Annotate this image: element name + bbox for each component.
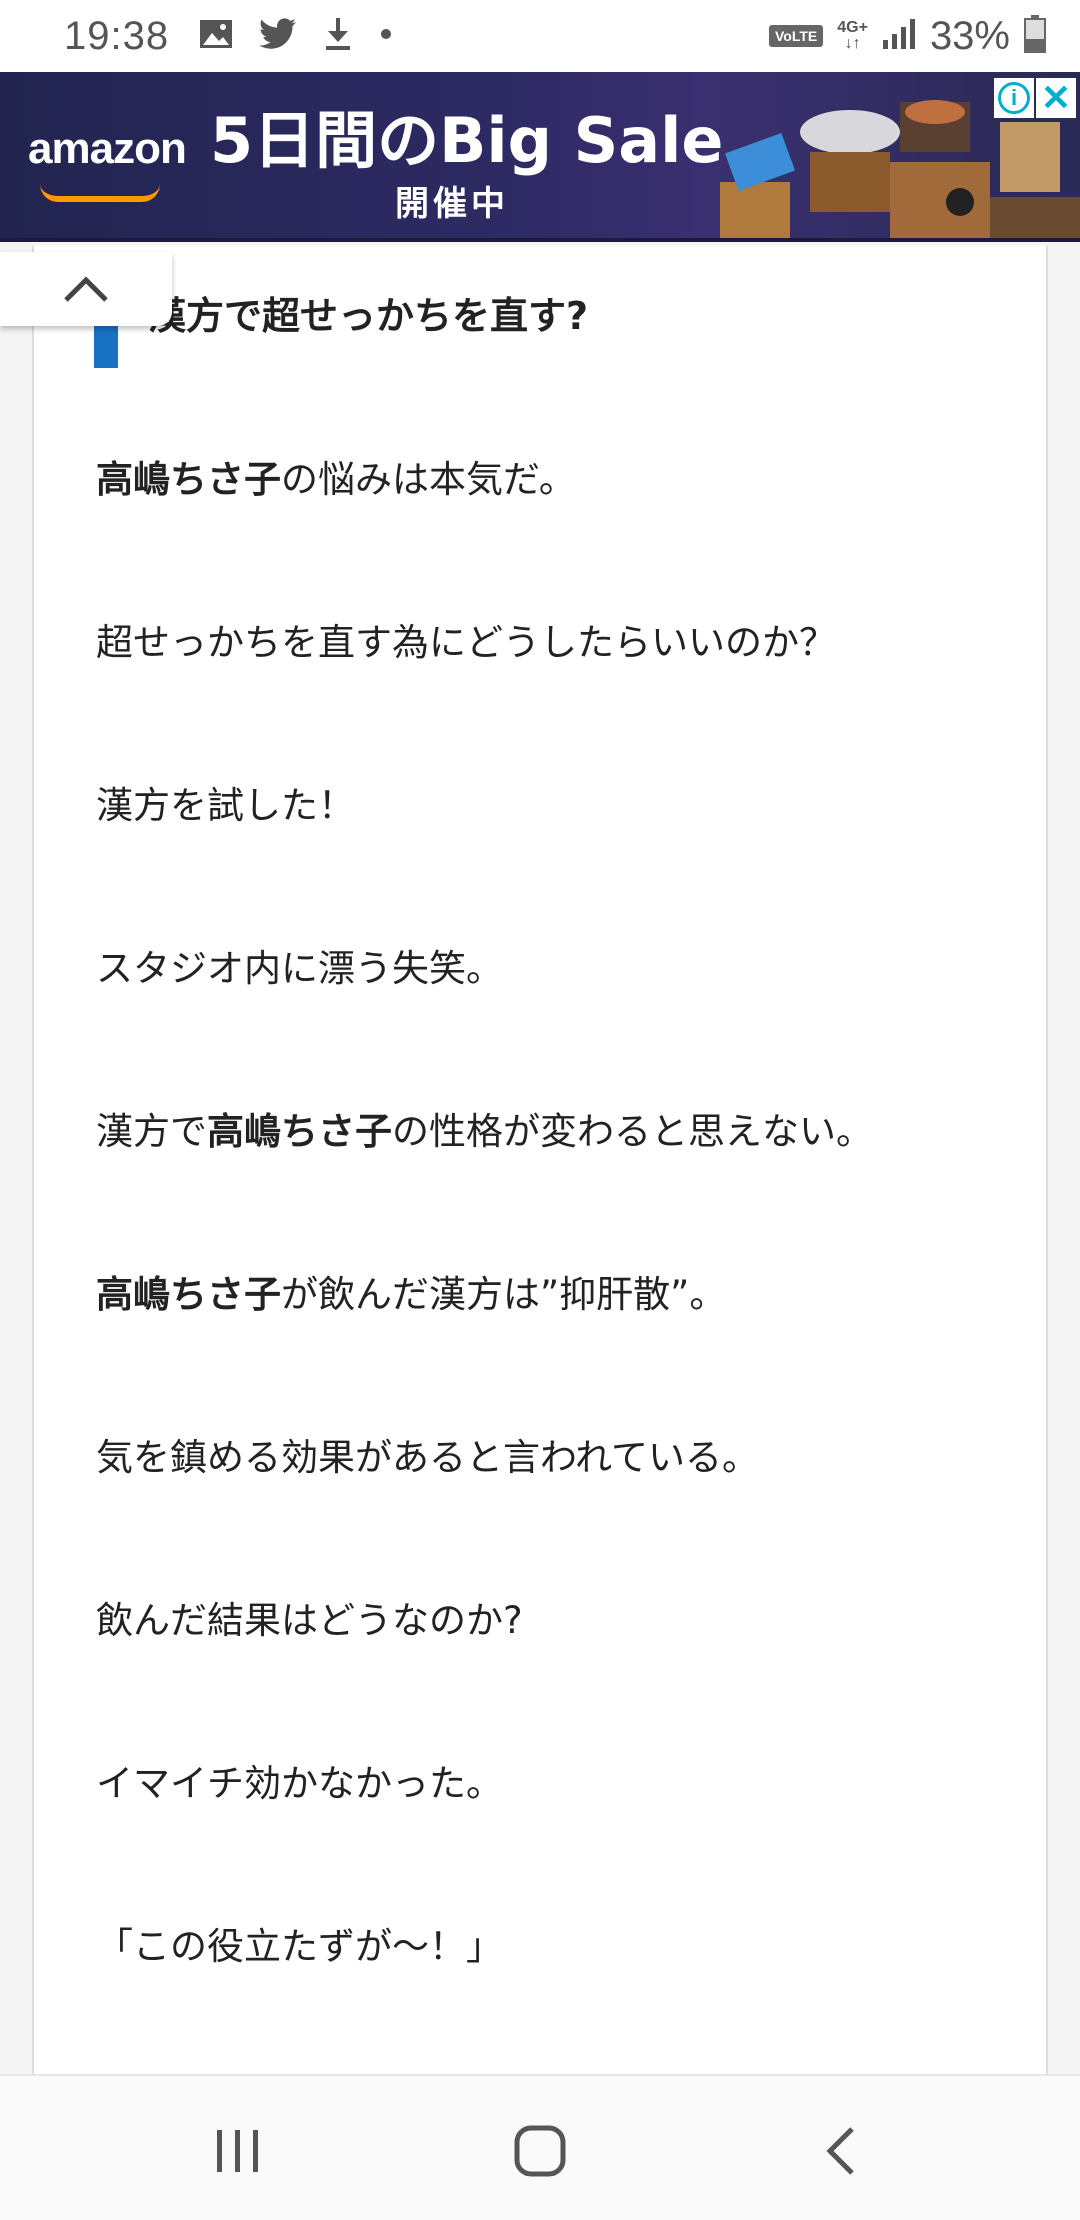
paragraph: 飲んだ結果はどうなのか? [96,1597,523,1645]
network-label: 4G+ [837,19,868,36]
collapse-ad-button[interactable] [0,252,172,326]
paragraph-bold: 高嶋ちさ子 [207,1110,392,1153]
paragraph-text: の性格が変わると思えない。 [392,1110,873,1153]
page-content: 漢方で超せっかちを直す? 高嶋ちさ子の悩みは本気だ。 超せっかちを直す為にどうし… [0,246,1080,2074]
close-icon: ✕ [1040,77,1072,118]
chevron-up-icon [64,276,108,302]
status-bar: 19:38 VoLTE 4G+ ↓↑ 33% [0,0,1080,72]
paragraph-text: の悩みは本気だ。 [281,458,576,501]
home-button[interactable] [500,2116,580,2186]
ad-headline: 5日間のBig Sale [210,104,724,177]
paragraph-text: 漢方を試した！ [96,784,355,827]
recent-apps-icon [217,2130,258,2172]
status-time: 19:38 [64,13,170,58]
article: 漢方で超せっかちを直す? 高嶋ちさ子の悩みは本気だ。 超せっかちを直す為にどうし… [32,246,1048,2074]
home-icon [514,2125,566,2177]
paragraph-bold: 高嶋ちさ子 [96,1273,281,1316]
paragraph: 高嶋ちさ子の悩みは本気だ。 [96,456,576,504]
ad-info-button[interactable]: i [994,78,1034,118]
paragraph-text: 超せっかちを直す為にどうしたらいいのか？ [96,621,836,664]
image-icon [199,19,233,54]
paragraph-text: が飲んだ漢方は”抑肝散”。 [281,1273,727,1316]
paragraph: 「この役立たずが〜！」 [96,1923,503,1971]
heading-text: 漢方で超せっかちを直す? [148,294,589,338]
navigation-bar [0,2074,1080,2220]
back-icon [826,2127,854,2175]
paragraph: イマイチ効かなかった。 [96,1760,503,1808]
paragraph-text: 「この役立たずが〜！」 [96,1925,503,1968]
paragraph-bold: 高嶋ちさ子 [96,458,281,501]
paragraph: 漢方を試した！ [96,782,355,830]
amazon-smile-icon [40,184,160,202]
recent-apps-button[interactable] [198,2116,278,2186]
battery-percent: 33% [929,13,1010,58]
ad-banner[interactable]: amazon 5日間のBig Sale 開催中 i ✕ [0,72,1080,242]
twitter-icon [259,17,297,55]
data-arrows-icon: ↓↑ [844,35,861,52]
info-icon: i [998,82,1030,114]
download-icon [323,17,353,56]
paragraph: 漢方で高嶋ちさ子の性格が変わると思えない。 [96,1108,873,1156]
paragraph-text: 漢方で [96,1110,207,1153]
battery-icon [1024,14,1046,58]
paragraph-text: イマイチ効かなかった。 [96,1762,503,1805]
paragraph-text: 気を鎮める効果があると言われている。 [96,1436,760,1479]
dot-icon [379,27,393,46]
paragraph-text: 飲んだ結果はどうなのか? [96,1599,523,1642]
notification-icons [199,17,393,56]
amazon-logo: amazon [28,124,187,173]
volte-indicator: VoLTE [768,25,824,47]
ad-close-button[interactable]: ✕ [1036,77,1076,118]
back-button[interactable] [802,2116,882,2186]
paragraph: 超せっかちを直す為にどうしたらいいのか？ [96,619,836,667]
paragraph-text: スタジオ内に漂う失笑。 [96,947,503,990]
ad-subline: 開催中 [395,184,509,224]
signal-icon [882,18,916,55]
paragraph: 気を鎮める効果があると言われている。 [96,1434,759,1482]
network-type: 4G+ ↓↑ [837,20,868,52]
paragraph: スタジオ内に漂う失笑。 [96,945,503,993]
paragraph: 高嶋ちさ子が飲んだ漢方は”抑肝散”。 [96,1271,726,1319]
status-right: VoLTE 4G+ ↓↑ 33% [768,13,1046,59]
